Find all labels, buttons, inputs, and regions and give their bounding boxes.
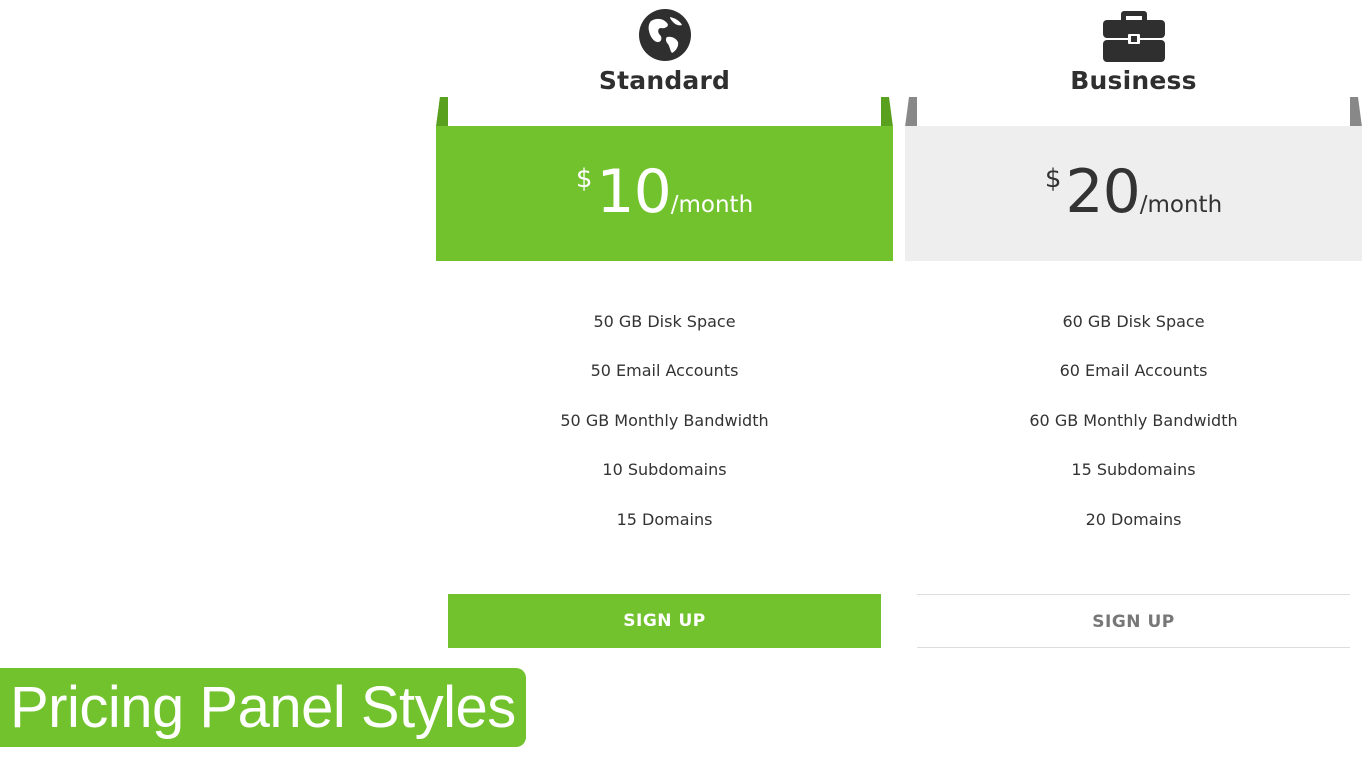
price-currency: $ xyxy=(1044,164,1062,194)
price-amount: 20 xyxy=(1065,157,1140,227)
feature-item: 15 Domains xyxy=(616,509,713,529)
price: $10/month xyxy=(436,162,893,222)
price-band: $20/month xyxy=(905,126,1362,261)
briefcase-icon xyxy=(1102,7,1166,65)
ribbon-tab-right xyxy=(1350,97,1362,127)
feature-item: 15 Subdomains xyxy=(1071,460,1196,480)
sign-up-button[interactable]: SIGN UP xyxy=(448,594,881,648)
feature-item: 20 Domains xyxy=(1085,509,1182,529)
feature-item: 60 GB Monthly Bandwidth xyxy=(1029,410,1238,430)
feature-item: 60 Email Accounts xyxy=(1059,361,1208,381)
feature-list: 60 GB Disk Space 60 Email Accounts 60 GB… xyxy=(905,312,1362,559)
feature-item: 50 Email Accounts xyxy=(590,361,739,381)
feature-item: 10 Subdomains xyxy=(602,460,727,480)
price: $20/month xyxy=(905,162,1362,222)
sign-up-button[interactable]: SIGN UP xyxy=(917,594,1350,648)
price-period: /month xyxy=(670,192,754,218)
plan-card-business: Business $20/month 60 GB Disk Space 60 E… xyxy=(905,0,1362,660)
globe-icon xyxy=(633,7,697,65)
price-currency: $ xyxy=(575,164,593,194)
feature-item: 50 GB Monthly Bandwidth xyxy=(560,410,769,430)
price-band: $10/month xyxy=(436,126,893,261)
pricing-page: Standard $10/month 50 GB Disk Space 50 E… xyxy=(0,0,1366,768)
plan-name: Business xyxy=(1070,66,1197,95)
price-period: /month xyxy=(1139,192,1223,218)
plan-name: Standard xyxy=(598,66,731,95)
price-amount: 10 xyxy=(596,157,671,227)
ribbon-tab-right xyxy=(881,97,893,127)
feature-item: 50 GB Disk Space xyxy=(593,312,736,331)
ribbon-tab-left xyxy=(905,97,917,127)
caption-banner: Pricing Panel Styles xyxy=(0,668,526,747)
feature-item: 60 GB Disk Space xyxy=(1062,312,1205,331)
ribbon-tab-left xyxy=(436,97,448,127)
feature-list: 50 GB Disk Space 50 Email Accounts 50 GB… xyxy=(436,312,893,559)
plan-card-standard: Standard $10/month 50 GB Disk Space 50 E… xyxy=(436,0,893,660)
